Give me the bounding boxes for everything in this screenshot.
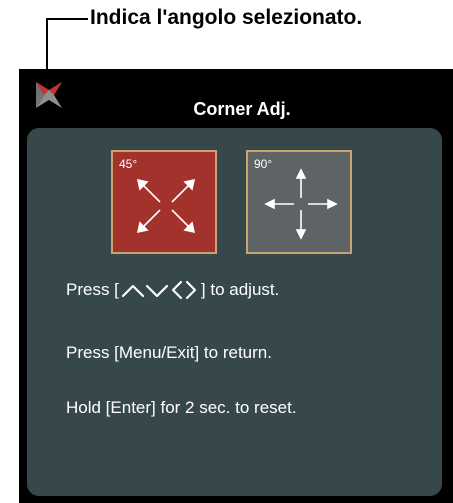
up-down-left-right-icons — [121, 280, 197, 300]
diagonal-arrows-icon — [136, 178, 196, 234]
reset-instruction: Hold [Enter] for 2 sec. to reset. — [66, 398, 297, 417]
corner-selector-icon — [36, 82, 62, 108]
screenshot-root: Indica l'angolo selezionato. Corner Adj.… — [0, 0, 453, 503]
angle-option-90[interactable]: 90° — [246, 150, 352, 254]
callout-leader-line — [46, 18, 88, 74]
osd-window: Corner Adj. 45° 90° Press [] to adjust.… — [19, 69, 453, 503]
press-prefix: Press [ — [66, 280, 119, 299]
menu-exit-instruction: Press [Menu/Exit] to return. — [66, 343, 272, 362]
osd-title: Corner Adj. — [193, 99, 291, 119]
angle-option-45[interactable]: 45° — [111, 150, 217, 254]
adjust-instruction: Press [ ] to adjust. — [66, 278, 279, 302]
callout-label: Indica l'angolo selezionato. — [90, 6, 363, 29]
press-suffix: ] to adjust. — [200, 280, 280, 299]
osd-content-panel: 45° 90° Press [] to adjust. Press [Menu… — [27, 128, 442, 496]
cross-arrows-icon — [264, 168, 338, 240]
